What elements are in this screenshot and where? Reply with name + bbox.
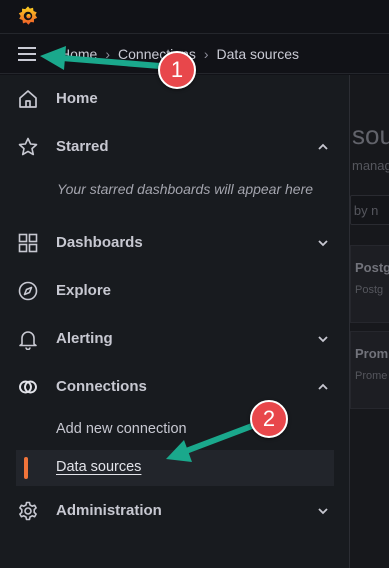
search-placeholder: h by n <box>350 203 379 218</box>
chevron-right-icon: › <box>203 46 209 62</box>
breadcrumb-home[interactable]: Home <box>60 46 97 62</box>
breadcrumb-data-sources: Data sources <box>216 46 300 62</box>
connections-icon <box>19 380 37 394</box>
annotation-badge-1: 1 <box>158 51 196 89</box>
datasource-name: Postg <box>355 260 389 275</box>
sidebar-item-label: Dashboards <box>56 234 143 251</box>
sidebar-subitem-label: Add new connection <box>56 421 187 437</box>
active-indicator <box>24 457 28 479</box>
sidebar-item-explore[interactable]: Explore <box>0 269 350 313</box>
sidebar-item-label: Explore <box>56 282 112 299</box>
chevron-down-icon[interactable] <box>316 504 330 518</box>
annotation-badge-2: 2 <box>250 400 288 438</box>
sidebar-item-starred[interactable]: Starred <box>0 125 350 169</box>
bell-icon <box>19 331 37 350</box>
sidebar-menu: Home Starred Your starred dashboards wil… <box>0 75 350 568</box>
chevron-right-icon: › <box>105 46 111 62</box>
chevron-up-icon[interactable] <box>316 140 330 154</box>
chevron-up-icon[interactable] <box>316 380 330 394</box>
chevron-down-icon[interactable] <box>316 236 330 250</box>
sidebar-subitem-data-sources[interactable]: Data sources <box>16 450 334 486</box>
background-page: sou manag h by n Postg Postg Prom Prome <box>350 75 389 568</box>
top-bar <box>0 0 389 34</box>
sidebar-item-connections[interactable]: Connections <box>0 365 350 409</box>
star-icon <box>18 137 38 156</box>
datasource-card[interactable]: Prom Prome <box>350 331 389 409</box>
sidebar-item-dashboards[interactable]: Dashboards <box>0 221 350 265</box>
chevron-down-icon[interactable] <box>316 332 330 346</box>
datasource-name: Prom <box>355 346 389 361</box>
compass-icon <box>18 281 38 301</box>
home-icon <box>19 90 37 108</box>
datasource-card[interactable]: Postg Postg <box>350 245 389 323</box>
sidebar-item-label: Administration <box>56 502 162 519</box>
sidebar-item-label: Connections <box>56 378 147 395</box>
page-subtitle: manag <box>352 158 389 173</box>
starred-empty-message: Your starred dashboards will appear here <box>57 181 314 197</box>
datasource-type: Prome <box>355 370 388 382</box>
sidebar-subitem-label: Data sources <box>56 459 142 475</box>
search-input[interactable]: h by n <box>350 195 389 225</box>
datasource-type: Postg <box>355 284 384 296</box>
page-title: sou <box>352 120 389 150</box>
sidebar-item-label: Starred <box>56 138 109 155</box>
gear-icon <box>19 501 37 521</box>
sidebar-item-administration[interactable]: Administration <box>0 489 350 533</box>
sidebar-item-label: Alerting <box>56 330 113 347</box>
menu-icon[interactable] <box>16 45 38 63</box>
grafana-logo-icon[interactable] <box>17 5 39 27</box>
sidebar-item-alerting[interactable]: Alerting <box>0 317 350 361</box>
sidebar-item-label: Home <box>56 90 98 107</box>
dashboards-grid-icon <box>18 233 38 253</box>
